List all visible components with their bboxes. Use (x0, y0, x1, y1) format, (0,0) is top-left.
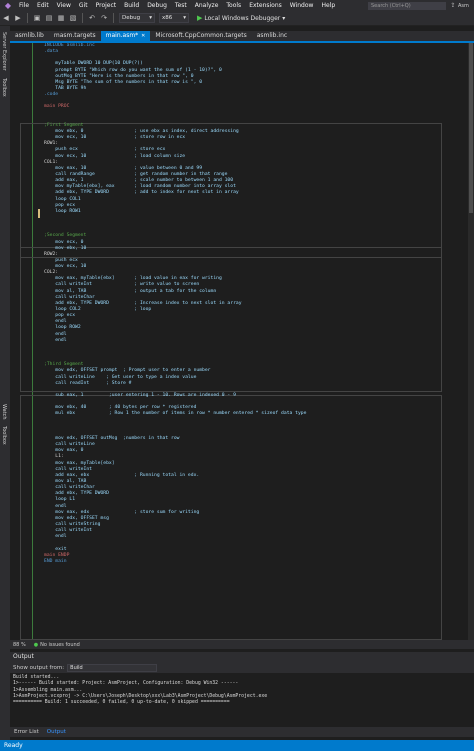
tab-label: Microsoft.CppCommon.targets (155, 32, 247, 39)
forward-icon[interactable]: ▶ (13, 13, 23, 23)
run-label: Local Windows Debugger (204, 14, 281, 22)
menu-window[interactable]: Window (286, 2, 318, 9)
zoom-level[interactable]: 88 % (13, 642, 26, 648)
menu-view[interactable]: View (53, 2, 75, 9)
back-icon[interactable]: ◀ (1, 13, 11, 23)
menu-bar: ◆ File Edit View Git Project Build Debug… (0, 0, 474, 11)
visual-studio-logo-icon: ◆ (4, 0, 12, 10)
bottom-panel-tabs: Error List Output (10, 727, 474, 737)
show-output-label: Show output from: (13, 664, 65, 671)
check-circle-icon: ● (33, 641, 39, 648)
menu-file[interactable]: File (15, 2, 33, 9)
search-input[interactable]: Search (Ctrl+Q) (368, 1, 446, 10)
visual-studio-window: ◆ File Edit View Git Project Build Debug… (0, 0, 474, 751)
left-tool-strip: Server Explorer Toolbox Watch Toolbox (0, 26, 10, 740)
output-text[interactable]: Build started... 1>------ Build started:… (10, 673, 474, 727)
tab-label: masm.targets (53, 32, 96, 39)
menu-project[interactable]: Project (92, 2, 121, 9)
play-icon: ▶ (197, 14, 203, 22)
menu-git[interactable]: Git (75, 2, 92, 9)
toolbar-divider (82, 13, 83, 23)
menu-build[interactable]: Build (120, 2, 143, 9)
document-tabs: asmlib.lib masm.targets main.asm* ✕ Micro… (10, 31, 474, 41)
user-label[interactable]: Asm (458, 3, 474, 9)
status-text: Ready (4, 742, 23, 749)
issues-status[interactable]: No issues found (40, 642, 80, 648)
output-source-select[interactable]: Build (67, 663, 158, 672)
menu-help[interactable]: Help (317, 2, 339, 9)
editor-status-strip: 88 % ● No issues found (10, 640, 474, 649)
watch-tab[interactable]: Watch (1, 404, 7, 420)
status-bar: Ready (0, 740, 474, 751)
live-share-icon[interactable]: ⇪ (448, 2, 458, 9)
chevron-down-icon: ▾ (183, 15, 186, 21)
platform-value: x86 (162, 15, 173, 21)
configuration-value: Debug (122, 15, 141, 21)
tab-output[interactable]: Output (43, 727, 70, 737)
tab-label: asmlib.inc (256, 32, 288, 39)
menu-tools[interactable]: Tools (222, 2, 245, 9)
tab-label: asmlib.lib (15, 32, 44, 39)
start-debugging-button[interactable]: ▶ Local Windows Debugger ▾ (197, 14, 285, 22)
toolbar-divider (113, 13, 114, 23)
menu-debug[interactable]: Debug (143, 2, 171, 9)
tab-error-list[interactable]: Error List (10, 727, 43, 737)
redo-icon[interactable]: ↷ (99, 13, 109, 23)
open-icon[interactable]: ▤ (44, 13, 54, 23)
vertical-scrollbar[interactable] (468, 43, 474, 640)
tab-masm-targets[interactable]: masm.targets (49, 31, 101, 41)
chevron-down-icon: ▾ (149, 15, 152, 21)
output-line: ========== Build: 1 succeeded, 0 failed,… (13, 700, 230, 706)
menu-analyze[interactable]: Analyze (191, 2, 223, 9)
menu-edit[interactable]: Edit (33, 2, 53, 9)
code-lines[interactable]: INCLUDE asmlib.inc .data myTable DWORD 10… (44, 43, 474, 565)
save-icon[interactable]: ▦ (56, 13, 66, 23)
toolbar-divider (27, 13, 28, 23)
menu-extensions[interactable]: Extensions (245, 2, 286, 9)
toolbar: ◀ ▶ ▣ ▤ ▦ ▧ ↶ ↷ Debug ▾ x86 ▾ ▶ Local Wi… (0, 11, 474, 26)
close-icon[interactable]: ✕ (141, 33, 145, 39)
toolbox-tab[interactable]: Toolbox (1, 78, 7, 97)
code-editor[interactable]: INCLUDE asmlib.inc .data myTable DWORD 10… (10, 43, 474, 640)
scrollbar-thumb[interactable] (469, 43, 473, 213)
output-panel-title: Output (10, 652, 474, 662)
platform-select[interactable]: x86 ▾ (159, 13, 189, 23)
tab-asmlib-inc[interactable]: asmlib.inc (252, 31, 292, 41)
tab-main-asm[interactable]: main.asm* ✕ (100, 31, 151, 41)
new-item-icon[interactable]: ▣ (32, 13, 42, 23)
save-all-icon[interactable]: ▧ (68, 13, 78, 23)
chevron-down-icon: ▾ (282, 14, 286, 22)
server-explorer-tab[interactable]: Server Explorer (1, 32, 7, 71)
output-toolbar: Show output from: Build (10, 662, 474, 673)
toolbox-tab[interactable]: Toolbox (1, 426, 7, 445)
configuration-select[interactable]: Debug ▾ (119, 13, 155, 23)
tab-cppcommon-targets[interactable]: Microsoft.CppCommon.targets (150, 31, 251, 41)
tab-label: main.asm* (105, 32, 139, 39)
tab-asmlib-lib[interactable]: asmlib.lib (10, 31, 49, 41)
undo-icon[interactable]: ↶ (87, 13, 97, 23)
menu-test[interactable]: Test (171, 2, 191, 9)
code-line: END main (44, 558, 67, 564)
